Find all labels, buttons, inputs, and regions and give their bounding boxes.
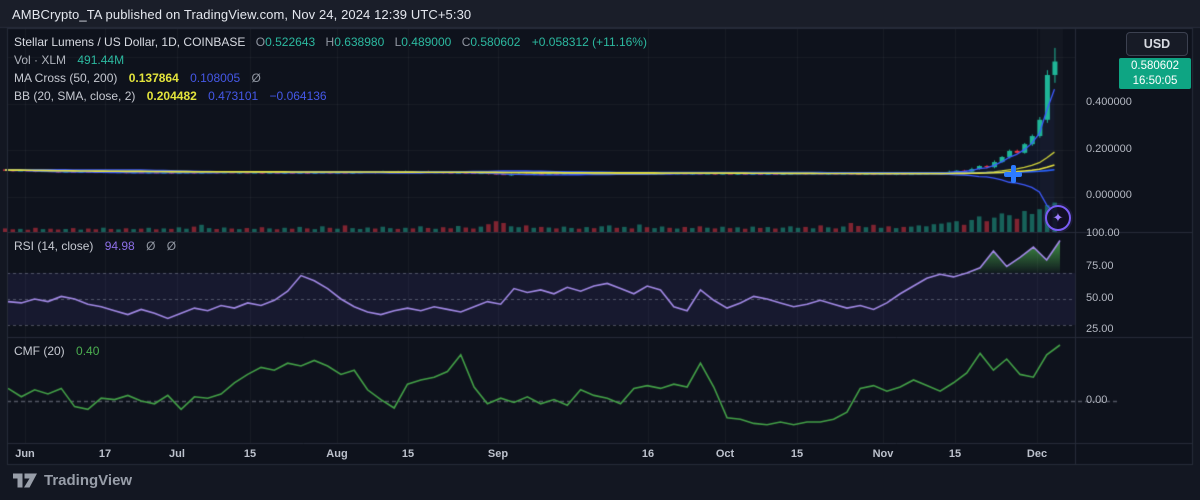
bb-upper-value: 0.473101 [208,89,258,103]
sparkle-button[interactable]: ✦ [1045,205,1071,231]
last-price-value: 0.580602 [1119,59,1191,74]
time-axis-label: Dec [1027,448,1047,460]
tradingview-logo-icon [13,471,37,490]
cmf-label: CMF (20) [14,344,65,358]
plus-signal-marker [1004,165,1022,183]
time-axis-label: Aug [326,448,347,460]
rsi-value: 94.98 [105,239,135,253]
time-axis-label: 15 [949,448,961,460]
time-axis-label: 15 [244,448,256,460]
price-axis-label: 0.200000 [1086,143,1132,155]
time-axis-label: Oct [716,448,734,460]
price-axis-label: 50.00 [1086,292,1114,304]
open-label: O [256,35,265,49]
ma-ghost-value: Ø [252,71,261,85]
ma-cross-legend-row[interactable]: MA Cross (50, 200) 0.137864 0.108005 Ø [14,69,647,87]
ma-cross-label: MA Cross (50, 200) [14,71,117,85]
bb-legend-row[interactable]: BB (20, SMA, close, 2) 0.204482 0.473101… [14,87,647,105]
high-label: H [326,35,335,49]
cmf-legend-row[interactable]: CMF (20) 0.40 [14,344,99,358]
price-axis-label: 100.00 [1086,227,1120,239]
currency-toggle-button[interactable]: USD [1126,32,1188,56]
time-axis-label: 17 [99,448,111,460]
price-axis-label: 0.00 [1086,394,1107,406]
tradingview-logo-text: TradingView [44,472,132,489]
bb-lower-value: −0.064136 [270,89,327,103]
price-axis-label: 75.00 [1086,260,1114,272]
time-axis-label: 15 [402,448,414,460]
rsi-ghost-2: Ø [167,239,176,253]
time-axis-label: Nov [873,448,894,460]
change-value: +0.058312 (+11.16%) [532,35,647,49]
ma-fast-value: 0.137864 [129,71,179,85]
bb-label: BB (20, SMA, close, 2) [14,89,135,103]
symbol-legend-row[interactable]: Stellar Lumens / US Dollar, 1D, COINBASE… [14,33,647,51]
time-axis-label: Jul [169,448,185,460]
high-value: 0.638980 [334,35,384,49]
rsi-ghost-1: Ø [146,239,155,253]
legend-panel: Stellar Lumens / US Dollar, 1D, COINBASE… [14,33,647,105]
close-value: 0.580602 [470,35,520,49]
ma-slow-value: 0.108005 [190,71,240,85]
time-axis-label: Sep [488,448,508,460]
volume-label: Vol · XLM [14,53,66,67]
open-value: 0.522643 [265,35,315,49]
time-axis-label: 15 [791,448,803,460]
symbol-title: Stellar Lumens / US Dollar, 1D, COINBASE [14,35,245,49]
time-axis-label: Jun [15,448,35,460]
volume-legend-row[interactable]: Vol · XLM 491.44M [14,51,647,69]
publisher-line: AMBCrypto_TA published on TradingView.co… [12,7,471,22]
rsi-label: RSI (14, close) [14,239,93,253]
bar-countdown: 16:50:05 [1119,74,1191,89]
tradingview-logo[interactable]: TradingView [13,471,132,490]
price-axis-label: 0.000000 [1086,189,1132,201]
last-price-badge: 0.580602 16:50:05 [1119,58,1191,89]
time-axis-label: 16 [642,448,654,460]
cmf-value: 0.40 [76,344,99,358]
rsi-legend-row[interactable]: RSI (14, close) 94.98 Ø Ø [14,239,176,253]
price-axis-label: 25.00 [1086,323,1114,335]
low-value: 0.489000 [401,35,451,49]
sparkle-icon: ✦ [1053,210,1064,226]
bb-basis-value: 0.204482 [147,89,197,103]
volume-value: 491.44M [77,53,124,67]
price-axis-label: 0.400000 [1086,96,1132,108]
